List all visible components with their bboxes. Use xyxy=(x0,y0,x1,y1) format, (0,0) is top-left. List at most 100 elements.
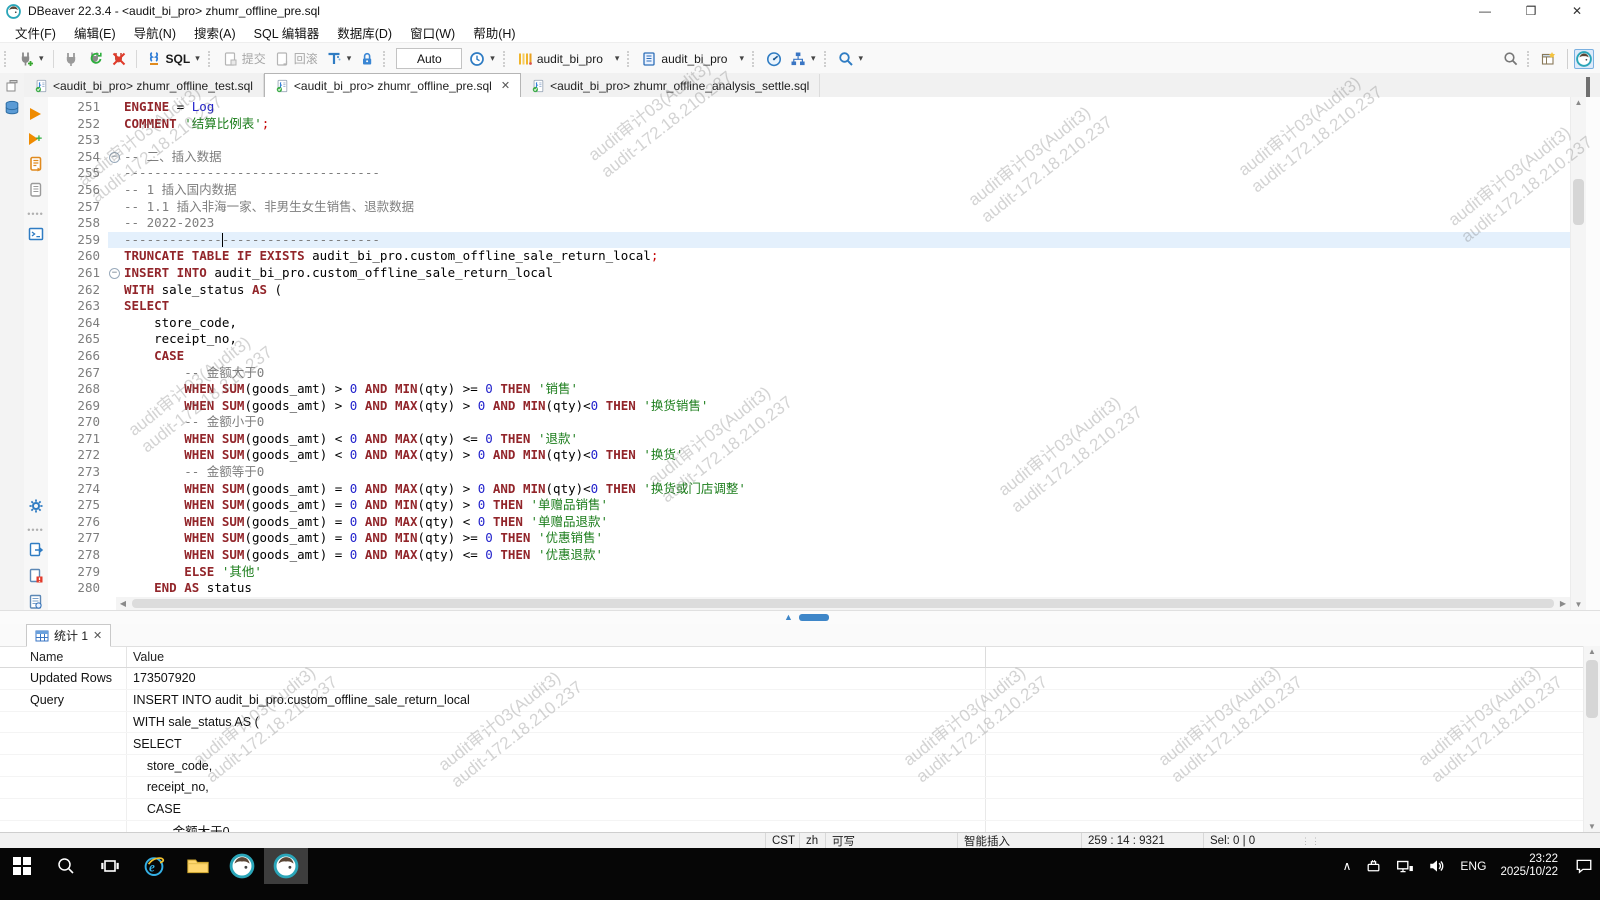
schema-selector[interactable]: audit_bi_pro ▾ xyxy=(637,48,748,70)
tx-history-button[interactable]: ▾ xyxy=(465,48,499,70)
file-explorer-button[interactable] xyxy=(176,848,220,884)
execute-new-tab-button[interactable]: + xyxy=(27,130,44,147)
sql-editor[interactable]: 251ENGINE = Log252COMMENT '结算比例表';253254… xyxy=(48,97,1600,610)
new-connection-button[interactable]: ▾ xyxy=(14,48,48,70)
column-header-value[interactable]: Value xyxy=(127,647,986,667)
internet-explorer-button[interactable]: e xyxy=(132,848,176,884)
scroll-down-icon[interactable]: ▼ xyxy=(1571,600,1586,609)
text-cursor xyxy=(222,233,224,248)
action-center-button[interactable] xyxy=(1568,848,1600,884)
menu-item[interactable]: 导航(N) xyxy=(125,21,185,44)
database-navigator-button[interactable] xyxy=(3,99,20,116)
results-vscrollbar[interactable]: ▲ ▼ xyxy=(1583,646,1600,832)
save-file-button[interactable] xyxy=(27,567,44,584)
column-header-name[interactable]: Name xyxy=(0,647,127,667)
disconnect-button[interactable] xyxy=(107,48,131,70)
table-row[interactable]: QueryINSERT INTO audit_bi_pro.custom_off… xyxy=(0,690,1600,712)
fold-column xyxy=(108,381,124,398)
tray-volume-button[interactable] xyxy=(1421,848,1453,884)
code-text: ---------------------------------- xyxy=(124,232,1570,249)
scroll-down-icon[interactable]: ▼ xyxy=(1584,822,1600,831)
tx-mode-combo[interactable]: Auto xyxy=(396,48,462,69)
execute-statement-button[interactable] xyxy=(27,105,44,122)
table-row[interactable]: -- 金额大于0 xyxy=(0,821,1600,832)
table-row[interactable]: Updated Rows173507920 xyxy=(0,668,1600,690)
network-button[interactable]: ▾ xyxy=(786,48,820,70)
menu-item[interactable]: 数据库(D) xyxy=(328,21,401,44)
folder-icon xyxy=(186,854,210,878)
maximize-panel-button[interactable] xyxy=(1586,79,1590,97)
menu-item[interactable]: 编辑(E) xyxy=(65,21,125,44)
tab-statistics[interactable]: 统计 1 ✕ xyxy=(26,624,111,647)
menu-item[interactable]: 帮助(H) xyxy=(464,21,524,44)
restore-views-button[interactable] xyxy=(3,77,20,94)
table-row[interactable]: SELECT xyxy=(0,733,1600,755)
execute-script-button[interactable] xyxy=(27,155,44,172)
maximize-button[interactable]: ❒ xyxy=(1508,0,1554,22)
editor-tab-1[interactable]: <audit_bi_pro> zhumr_offline_pre.sql✕ xyxy=(264,73,521,98)
editor-settings-button[interactable] xyxy=(27,497,44,514)
menu-item[interactable]: 文件(F) xyxy=(6,21,65,44)
start-button[interactable] xyxy=(0,848,44,884)
minimize-button[interactable]: — xyxy=(1462,0,1508,22)
task-view-icon xyxy=(100,856,120,876)
fold-toggle-icon[interactable]: − xyxy=(109,268,120,279)
tray-usb-button[interactable] xyxy=(1358,848,1389,884)
taskbar-search-button[interactable] xyxy=(44,848,88,884)
splitter-handle[interactable] xyxy=(799,614,829,621)
menu-item[interactable]: 窗口(W) xyxy=(401,21,464,44)
menu-item[interactable]: SQL 编辑器 xyxy=(245,21,329,44)
editor-hscrollbar[interactable]: ◀ ▶ xyxy=(116,597,1570,610)
sql-console-button[interactable] xyxy=(27,225,44,242)
rollback-button[interactable]: 回滚 xyxy=(270,47,322,70)
reconnect-button[interactable] xyxy=(83,48,107,70)
task-view-button[interactable] xyxy=(88,848,132,884)
code-text: SELECT xyxy=(124,298,1570,315)
tray-expand-button[interactable]: ∧ xyxy=(1336,848,1359,884)
dbeaver-taskbar-button-active[interactable] xyxy=(264,848,308,884)
dbeaver-perspective-button[interactable] xyxy=(1574,49,1594,69)
export-result-button[interactable] xyxy=(27,541,44,558)
search-button[interactable]: ▾ xyxy=(834,48,868,70)
fold-column xyxy=(108,132,124,149)
connection-selector[interactable]: audit_bi_pro ▾ xyxy=(513,48,624,70)
close-icon[interactable]: ✕ xyxy=(93,629,102,642)
tray-clock[interactable]: 23:22 2025/10/22 xyxy=(1493,848,1568,884)
scroll-up-icon[interactable]: ▲ xyxy=(1584,647,1600,656)
table-row[interactable]: WITH sale_status AS ( xyxy=(0,712,1600,734)
lock-button[interactable] xyxy=(355,48,379,70)
table-row[interactable]: receipt_no, xyxy=(0,777,1600,799)
commit-button[interactable]: 提交 xyxy=(218,47,270,70)
line-number: 262 xyxy=(48,282,108,299)
results-scroll-thumb[interactable] xyxy=(1586,660,1598,718)
sql-editor-button[interactable]: SQL ▾ xyxy=(142,48,204,70)
open-file-button[interactable] xyxy=(27,593,44,610)
table-row[interactable]: CASE xyxy=(0,799,1600,821)
scroll-up-icon[interactable]: ▲ xyxy=(1571,98,1586,107)
menu-item[interactable]: 搜索(A) xyxy=(185,21,245,44)
open-perspective-button[interactable] xyxy=(1537,48,1561,70)
close-button[interactable]: ✕ xyxy=(1554,0,1600,22)
collapse-up-icon[interactable]: ▲ xyxy=(784,612,793,622)
tray-language[interactable]: ENG xyxy=(1453,848,1493,884)
editor-vscrollbar[interactable]: ▲ ▼ xyxy=(1570,97,1586,610)
connect-button[interactable] xyxy=(59,48,83,70)
close-icon[interactable]: ✕ xyxy=(501,79,510,92)
explain-plan-button[interactable] xyxy=(27,181,44,198)
tray-network-button[interactable] xyxy=(1389,848,1421,884)
vscroll-thumb[interactable] xyxy=(1573,179,1584,225)
quick-search-button[interactable] xyxy=(1499,48,1523,70)
dbeaver-taskbar-button[interactable] xyxy=(220,848,264,884)
hscroll-thumb[interactable] xyxy=(132,599,1554,608)
table-row[interactable]: store_code, xyxy=(0,755,1600,777)
fold-toggle-icon[interactable]: − xyxy=(109,152,120,163)
cell-name xyxy=(0,733,127,754)
editor-tab-2[interactable]: <audit_bi_pro> zhumr_offline_analysis_se… xyxy=(521,74,820,97)
code-text: WITH sale_status AS ( xyxy=(124,282,1570,299)
transaction-log-button[interactable]: ▾ xyxy=(322,48,356,70)
dashboard-button[interactable] xyxy=(762,48,786,70)
fold-column xyxy=(108,414,124,431)
scroll-left-icon[interactable]: ◀ xyxy=(116,599,130,608)
scroll-right-icon[interactable]: ▶ xyxy=(1556,599,1570,608)
editor-tab-0[interactable]: <audit_bi_pro> zhumr_offline_test.sql xyxy=(24,74,264,97)
